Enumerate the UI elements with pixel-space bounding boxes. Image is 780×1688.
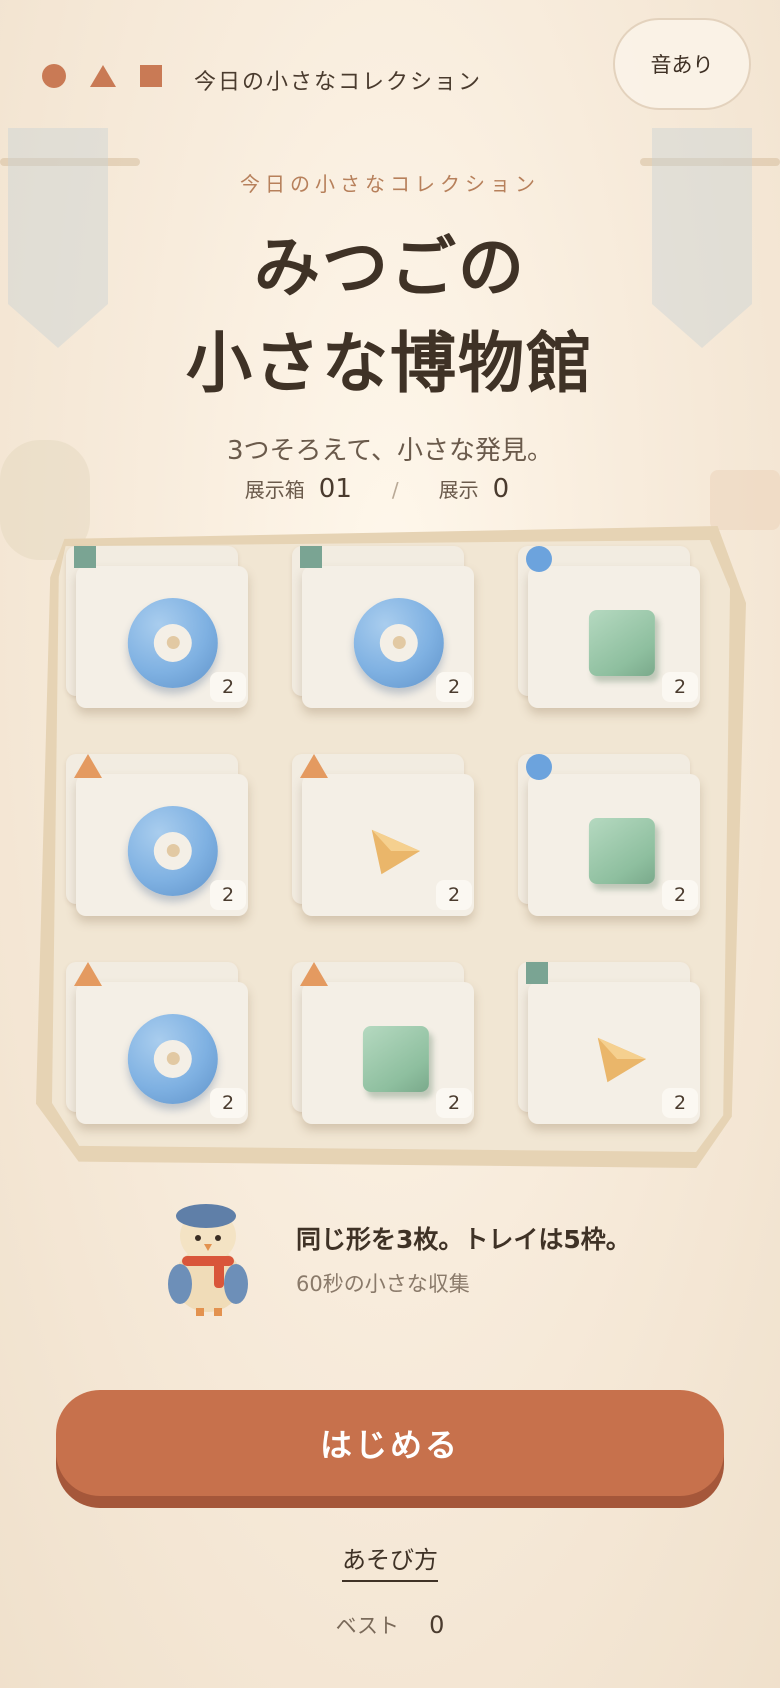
start-button[interactable]: はじめる — [56, 1390, 724, 1496]
kicker: 今日の小さなコレクション — [240, 172, 540, 196]
title-line-1: みつごの — [254, 229, 526, 306]
best-score: ベスト 0 — [0, 1610, 780, 1640]
tile[interactable]: 2 — [66, 962, 248, 1124]
tile[interactable]: 2 — [66, 546, 248, 708]
triangle-tag-icon — [74, 962, 102, 986]
howto-row: あそび方 — [0, 1540, 780, 1582]
stats-row: 展示箱 01 / 展示 0 — [0, 474, 780, 504]
ring-icon — [127, 597, 218, 688]
cube-icon — [362, 1025, 429, 1092]
tile[interactable]: 2 — [518, 754, 700, 916]
tile[interactable]: 2 — [292, 754, 474, 916]
square-tag-icon — [300, 546, 322, 568]
display-label: 展示 — [438, 478, 479, 502]
tile-count: 2 — [436, 880, 472, 910]
logo — [42, 64, 162, 88]
tile[interactable]: 2 — [292, 962, 474, 1124]
hint-subtext: 60秒の小さな収集 — [296, 1272, 470, 1296]
circle-tag-icon — [526, 546, 552, 572]
square-tag-icon — [74, 546, 96, 568]
tile-count: 2 — [662, 1088, 698, 1118]
header-title: 今日の小さなコレクション — [194, 70, 483, 95]
tile-count: 2 — [662, 880, 698, 910]
tile-count: 2 — [210, 1088, 246, 1118]
ring-dot — [166, 844, 180, 858]
ring-dot — [392, 636, 406, 650]
ring-icon — [127, 1013, 218, 1104]
square-tag-icon — [526, 962, 548, 984]
circle-icon — [42, 64, 66, 88]
hint-text: 同じ形を3枚。トレイは5枠。 — [296, 1225, 631, 1254]
display-value: 0 — [492, 474, 510, 504]
triangle-tag-icon — [300, 962, 328, 986]
tile-count: 2 — [210, 672, 246, 702]
triangle-tag-icon — [74, 754, 102, 778]
tile[interactable]: 2 — [66, 754, 248, 916]
ring-dot — [166, 1052, 180, 1066]
best-label: ベスト — [335, 1614, 400, 1638]
howto-link[interactable]: あそび方 — [342, 1546, 438, 1582]
case-label: 展示箱 — [244, 478, 305, 502]
ring-hole — [153, 831, 192, 870]
tagline: 3つそろえて、小さな発見。 — [227, 436, 553, 466]
triangle-tag-icon — [300, 754, 328, 778]
ring-hole — [153, 1039, 192, 1078]
tile[interactable]: 2 — [518, 962, 700, 1124]
ring-icon — [127, 805, 218, 896]
sound-toggle-button[interactable]: 音あり — [613, 18, 751, 110]
cube-icon — [588, 609, 655, 676]
ring-icon — [353, 597, 444, 688]
start-button-wrap: はじめる — [56, 1390, 724, 1508]
triangle-icon — [90, 65, 116, 87]
tile-count: 2 — [436, 1088, 472, 1118]
tile-count: 2 — [436, 672, 472, 702]
header: 今日の小さなコレクション 音あり — [0, 18, 780, 114]
bird-mascot — [168, 1204, 248, 1316]
tile[interactable]: 2 — [292, 546, 474, 708]
tile-count: 2 — [210, 880, 246, 910]
circle-tag-icon — [526, 754, 552, 780]
page-title: みつごの 小さな博物館 — [0, 220, 780, 412]
pyramid-icon — [371, 829, 421, 874]
stats-separator: / — [391, 478, 399, 502]
tile-count: 2 — [662, 672, 698, 702]
pyramid-icon — [597, 1037, 647, 1082]
ring-hole — [153, 623, 192, 662]
ring-hole — [379, 623, 418, 662]
title-line-2: 小さな博物館 — [186, 325, 594, 402]
tile[interactable]: 2 — [518, 546, 700, 708]
best-value: 0 — [429, 1611, 445, 1639]
cube-icon — [588, 817, 655, 884]
case-value: 01 — [318, 474, 352, 504]
square-icon — [140, 65, 162, 87]
ring-dot — [166, 636, 180, 650]
